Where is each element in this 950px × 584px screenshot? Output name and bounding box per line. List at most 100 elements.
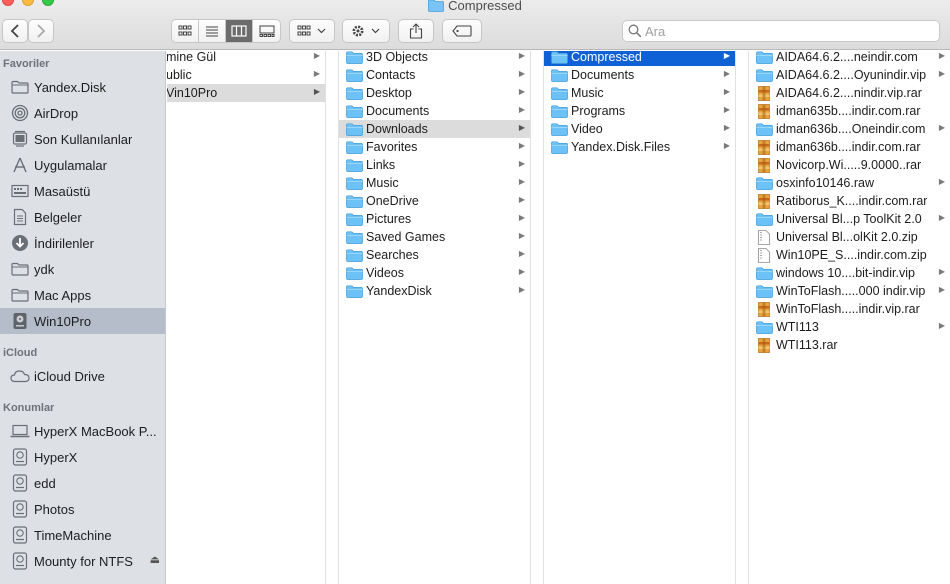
back-button[interactable] — [2, 19, 28, 43]
sidebar-item-yandex-disk[interactable]: Yandex.Disk — [0, 74, 165, 100]
disclosure-arrow-icon: ▶ — [518, 105, 525, 114]
file-row[interactable]: Searches ▶ — [339, 246, 530, 264]
sidebar-item-label: Son Kullanılanlar — [34, 131, 133, 147]
sidebar-item-ydk[interactable]: ydk — [0, 256, 165, 282]
file-row[interactable]: Music ▶ — [544, 84, 735, 102]
folder-icon — [345, 176, 363, 190]
file-row[interactable]: Documents ▶ — [544, 66, 735, 84]
file-row[interactable]: Yandex.Disk.Files ▶ — [544, 138, 735, 156]
tags-button[interactable] — [442, 19, 482, 43]
disclosure-arrow-icon: ▶ — [518, 213, 525, 222]
file-row[interactable]: WTI113.rar — [749, 336, 950, 354]
file-row[interactable]: Vin10Pro ▶ — [167, 84, 325, 102]
sidebar-item-hyperx[interactable]: HyperX — [0, 444, 165, 470]
column-view-button[interactable] — [226, 20, 253, 42]
sidebar-item-airdrop[interactable]: AirDrop — [0, 100, 165, 126]
sidebar-item-desktop[interactable]: Masaüstü — [0, 178, 165, 204]
action-menu-button[interactable] — [342, 19, 390, 43]
sidebar-item-edd[interactable]: edd — [0, 470, 165, 496]
sidebar-item-downloads[interactable]: İndirilenler — [0, 230, 165, 256]
file-row[interactable]: YandexDisk ▶ — [339, 282, 530, 300]
disclosure-arrow-icon: ▶ — [723, 123, 730, 132]
sidebar-item-win10pro[interactable]: Win10Pro — [0, 308, 165, 334]
sidebar-item-hyperx-macbook[interactable]: HyperX MacBook P... — [0, 418, 165, 444]
file-row[interactable]: idman636b....Oneindir.com ▶ — [749, 120, 950, 138]
file-row[interactable]: Universal Bl...p ToolKit 2.0 ▶ — [749, 210, 950, 228]
file-row[interactable]: mine Gül ▶ — [167, 51, 325, 66]
forward-button[interactable] — [28, 19, 54, 43]
file-row[interactable]: idman636b....indir.com.rar — [749, 138, 950, 156]
group-by-button[interactable] — [289, 19, 335, 43]
file-row-label: AIDA64.6.2....Oyunindir.vip — [776, 68, 927, 82]
eject-icon[interactable]: ⏏ — [150, 553, 160, 566]
file-row[interactable]: Video ▶ — [544, 120, 735, 138]
file-row[interactable]: Contacts ▶ — [339, 66, 530, 84]
file-row[interactable]: AIDA64.6.2....nindir.vip.rar — [749, 84, 950, 102]
disclosure-arrow-icon: ▶ — [518, 285, 525, 294]
file-row[interactable]: WTI113 ▶ — [749, 318, 950, 336]
gallery-view-button[interactable] — [253, 20, 280, 42]
search-input[interactable] — [645, 23, 935, 39]
share-button[interactable] — [398, 19, 434, 43]
file-row[interactable]: Programs ▶ — [544, 102, 735, 120]
file-row[interactable]: Pictures ▶ — [339, 210, 530, 228]
file-row-label: Programs — [571, 104, 626, 118]
file-row[interactable]: Videos ▶ — [339, 264, 530, 282]
search-field[interactable] — [622, 20, 940, 42]
file-row[interactable]: osxinfo10146.raw ▶ — [749, 174, 950, 192]
file-row[interactable]: Documents ▶ — [339, 102, 530, 120]
disclosure-arrow-icon: ▶ — [723, 87, 730, 96]
sidebar-item-timemachine[interactable]: TimeMachine — [0, 522, 165, 548]
file-row[interactable]: Music ▶ — [339, 174, 530, 192]
sidebar-item-documents[interactable]: Belgeler — [0, 204, 165, 230]
sidebar-item-icloud-drive[interactable]: iCloud Drive — [0, 363, 165, 389]
sidebar-item-mac-apps[interactable]: Mac Apps — [0, 282, 165, 308]
file-row[interactable]: Saved Games ▶ — [339, 228, 530, 246]
file-row[interactable]: Links ▶ — [339, 156, 530, 174]
file-row[interactable]: AIDA64.6.2....Oyunindir.vip ▶ — [749, 66, 950, 84]
file-row-label: Documents — [366, 104, 430, 118]
file-row[interactable]: Novicorp.Wi.....9.0000..rar — [749, 156, 950, 174]
file-row[interactable]: AIDA64.6.2....neindir.com ▶ — [749, 51, 950, 66]
folder-icon — [755, 212, 773, 226]
file-row[interactable]: 3D Objects ▶ — [339, 51, 530, 66]
sidebar-header-icloud: iCloud — [3, 347, 38, 359]
sidebar-item-mounty-for-ntfs[interactable]: Mounty for NTFS ⏏ — [0, 548, 165, 574]
sidebar-item-recents[interactable]: Son Kullanılanlar — [0, 126, 165, 152]
file-row[interactable]: Desktop ▶ — [339, 84, 530, 102]
file-row[interactable]: Win10PE_S....indir.com.zip — [749, 246, 950, 264]
column-divider[interactable] — [530, 51, 544, 584]
disclosure-arrow-icon: ▶ — [938, 177, 945, 186]
file-row[interactable]: OneDrive ▶ — [339, 192, 530, 210]
file-row-label: osxinfo10146.raw — [776, 176, 874, 190]
file-row-label: Novicorp.Wi.....9.0000..rar — [776, 158, 922, 172]
folder-icon — [345, 284, 363, 298]
file-row[interactable]: ublic ▶ — [167, 66, 325, 84]
folder-icon — [755, 284, 773, 298]
icon-view-button[interactable] — [172, 20, 199, 42]
file-row[interactable]: idman635b....indir.com.rar — [749, 102, 950, 120]
file-row[interactable]: Favorites ▶ — [339, 138, 530, 156]
list-view-button[interactable] — [199, 20, 226, 42]
file-row[interactable]: Ratiborus_K....indir.com.rar — [749, 192, 950, 210]
sidebar-item-applications[interactable]: Uygulamalar — [0, 152, 165, 178]
column-divider[interactable] — [735, 51, 749, 584]
file-row[interactable]: Downloads ▶ — [339, 120, 530, 138]
file-row[interactable]: WinToFlash.....000 indir.vip ▶ — [749, 282, 950, 300]
column-divider[interactable] — [325, 51, 339, 584]
folder-icon — [345, 212, 363, 226]
file-row[interactable]: Universal Bl...olKit 2.0.zip — [749, 228, 950, 246]
folder-icon — [345, 266, 363, 280]
file-row[interactable]: windows 10....bit-indir.vip ▶ — [749, 264, 950, 282]
chevron-right-icon — [37, 24, 46, 38]
drive-icon — [10, 500, 30, 518]
file-row-label: AIDA64.6.2....neindir.com — [776, 51, 918, 64]
folder-icon — [345, 68, 363, 82]
sidebar-item-photos[interactable]: Photos — [0, 496, 165, 522]
file-row[interactable]: Compressed ▶ — [544, 51, 735, 66]
view-mode-control[interactable] — [171, 19, 281, 43]
file-row-label: WTI113 — [776, 320, 819, 334]
file-row[interactable]: WinToFlash.....indir.vip.rar — [749, 300, 950, 318]
rar-archive-icon — [755, 301, 773, 317]
folder-icon — [550, 140, 568, 154]
